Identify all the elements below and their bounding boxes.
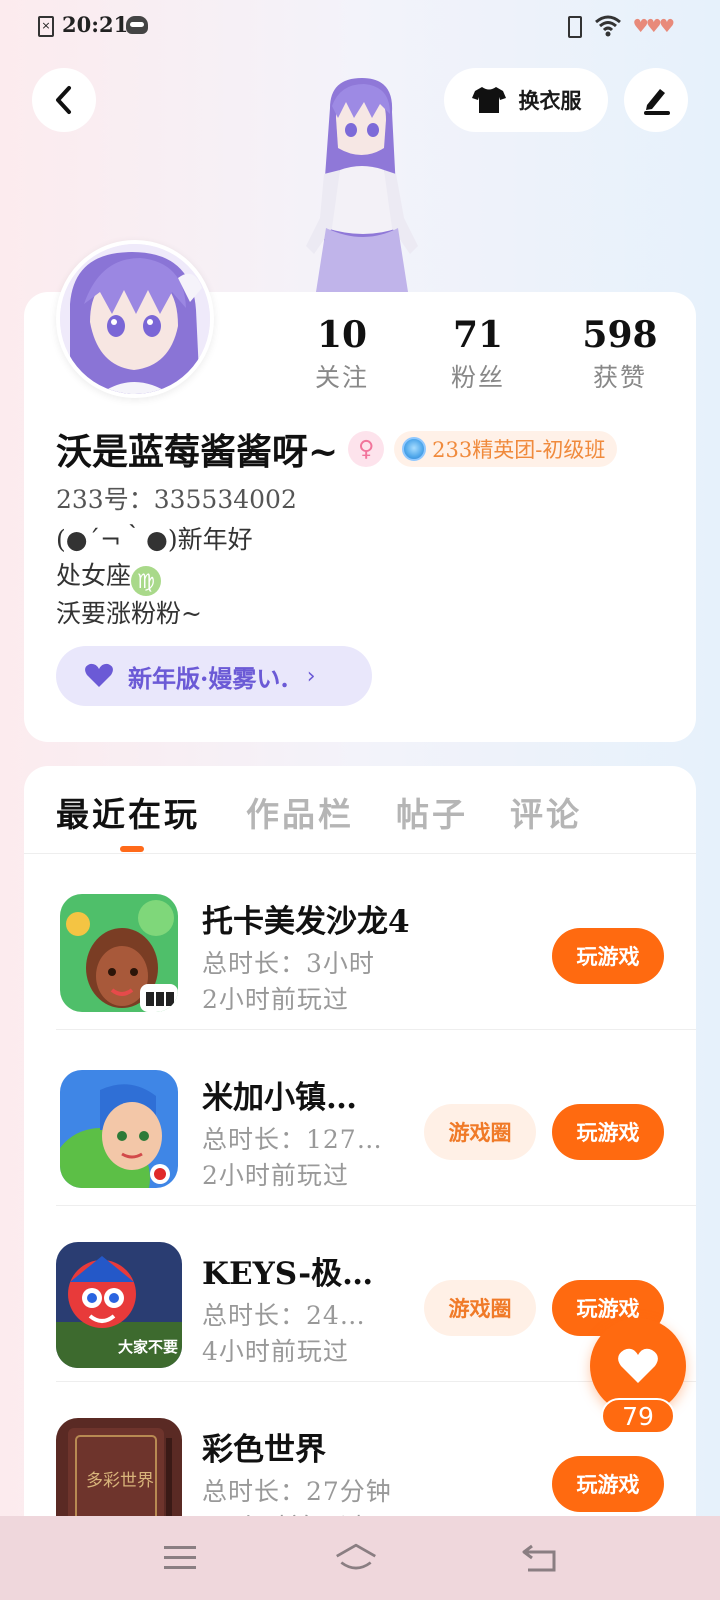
chevron-left-icon <box>56 86 71 114</box>
app-notification-icon <box>126 16 148 34</box>
stat-followers[interactable]: 71 粉丝 <box>418 314 538 394</box>
user-id: 233号：335534002 <box>56 485 297 514</box>
game-title: KEYS-极… <box>202 1256 374 1292</box>
game-row[interactable]: 米加小镇… 总时长：127… 2小时前玩过 游戏圈 玩游戏 <box>24 1030 696 1206</box>
avatar-portrait <box>60 244 210 394</box>
username-row: 沃是蓝莓酱酱呀~ ♀ 233精英团-初级班 <box>56 424 618 474</box>
tab-bar: 最近在玩 作品栏 帖子 评论 <box>24 766 696 854</box>
status-icons: ♥♥♥ <box>563 14 675 38</box>
keys-game-icon: 大家不要 <box>56 1242 182 1368</box>
stat-followers-label: 粉丝 <box>450 363 505 392</box>
return-icon <box>522 1544 556 1572</box>
chevron-right-icon: › <box>306 663 316 689</box>
game-row[interactable]: 托卡美发沙龙4 总时长：3小时 2小时前玩过 玩游戏 <box>24 854 696 1030</box>
stat-likes-value: 598 <box>582 314 658 356</box>
bio: (●´¬｀●)新年好 处女座 ♍ 沃要涨粉粉~ <box>56 522 253 632</box>
stat-likes[interactable]: 598 获赞 <box>560 314 680 394</box>
music-label: 新年版·嫚雾い. <box>128 663 289 693</box>
menu-icon <box>164 1546 196 1569</box>
group-badge-label: 233精英团-初级班 <box>432 438 606 462</box>
tab-indicator <box>120 846 144 852</box>
status-time: 20:21 <box>62 12 129 37</box>
miga-town-icon <box>60 1070 178 1188</box>
home-button[interactable] <box>334 1538 378 1578</box>
status-bar: × 20:21 ♥♥♥ <box>0 0 720 54</box>
tab-recent[interactable]: 最近在玩 <box>56 788 200 836</box>
stat-following[interactable]: 10 关注 <box>282 314 402 394</box>
toca-hair-salon-icon <box>60 894 178 1012</box>
vibrate-icon <box>563 14 583 38</box>
menu-button[interactable] <box>158 1538 202 1578</box>
play-game-button[interactable]: 玩游戏 <box>552 1104 664 1160</box>
content-card: 最近在玩 作品栏 帖子 评论 托卡美发沙龙4 总时长：3小时 2小时前玩过 玩游… <box>24 766 696 1600</box>
play-game-button[interactable]: 玩游戏 <box>552 928 664 984</box>
game-icon: 大家不要 <box>56 1242 182 1368</box>
like-count: 79 <box>601 1398 675 1434</box>
game-total-time: 总时长：24… <box>202 1301 366 1330</box>
game-icon <box>60 1070 178 1188</box>
dressup-button[interactable]: 换衣服 <box>444 68 608 132</box>
game-circle-button[interactable]: 游戏圈 <box>424 1104 536 1160</box>
game-total-time: 总时长：27分钟 <box>202 1477 392 1506</box>
colorful-world-cover-text: 多彩世界 <box>86 1471 154 1491</box>
avatar-3d-figure[interactable] <box>280 78 440 294</box>
game-last-played: 2小时前玩过 <box>202 985 349 1014</box>
pencil-icon <box>644 89 670 115</box>
stat-followers-value: 71 <box>452 314 504 356</box>
music-heart-icon <box>85 663 113 687</box>
stat-likes-label: 获赞 <box>592 363 647 392</box>
tab-comments[interactable]: 评论 <box>510 788 582 836</box>
game-icon <box>60 894 178 1012</box>
game-title: 米加小镇… <box>202 1080 357 1116</box>
sim-missing-icon: × <box>38 16 54 37</box>
game-title: 托卡美发沙龙4 <box>202 904 410 940</box>
tab-works[interactable]: 作品栏 <box>246 788 354 836</box>
game-total-time: 总时长：127… <box>202 1125 383 1154</box>
game-circle-button[interactable]: 游戏圈 <box>424 1280 536 1336</box>
username: 沃是蓝莓酱酱呀~ <box>56 431 339 473</box>
edit-button[interactable] <box>624 68 688 132</box>
game-last-played: 4小时前玩过 <box>202 1337 349 1366</box>
female-icon: ♀ <box>348 431 385 467</box>
wifi-icon <box>594 15 621 37</box>
bio-line-zodiac: 处女座 ♍ <box>56 558 253 596</box>
game-last-played: 2小时前玩过 <box>202 1161 349 1190</box>
tab-posts[interactable]: 帖子 <box>396 788 468 836</box>
virgo-icon: ♍ <box>131 566 162 596</box>
back-nav-button[interactable] <box>518 1538 562 1578</box>
stat-following-value: 10 <box>316 314 368 356</box>
group-emblem-icon <box>402 437 427 461</box>
game-total-time: 总时长：3小时 <box>202 949 375 978</box>
dressup-label: 换衣服 <box>518 88 582 113</box>
music-pill[interactable]: 新年版·嫚雾い. › <box>56 646 372 706</box>
stat-following-label: 关注 <box>314 363 369 392</box>
group-badge[interactable]: 233精英团-初级班 <box>394 431 618 467</box>
tshirt-icon <box>471 87 506 113</box>
keys-overlay-text: 大家不要 <box>118 1338 178 1356</box>
back-button[interactable] <box>32 68 96 132</box>
home-icon <box>336 1543 376 1570</box>
bio-line: (●´¬｀●)新年好 <box>56 525 253 554</box>
system-nav-bar <box>0 1516 720 1600</box>
game-title: 彩色世界 <box>202 1432 326 1468</box>
heart-icon <box>618 1348 658 1383</box>
avatar[interactable] <box>56 240 214 398</box>
hearts-icon: ♥♥♥ <box>632 15 675 37</box>
bio-line: 沃要涨粉粉~ <box>56 599 202 628</box>
play-game-button[interactable]: 玩游戏 <box>552 1456 664 1512</box>
